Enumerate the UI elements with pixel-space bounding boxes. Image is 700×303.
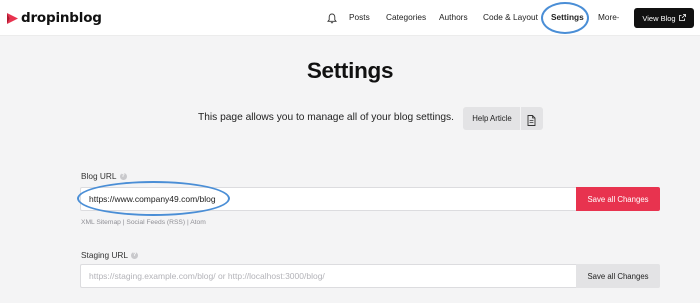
xml-sitemap-link[interactable]: XML Sitemap [81, 219, 121, 226]
intro-text: This page allows you to manage all of yo… [198, 112, 454, 123]
settings-highlight-ring [541, 2, 589, 34]
bell-icon[interactable] [327, 11, 337, 24]
view-blog-button[interactable]: View Blog [634, 8, 694, 28]
nav-authors[interactable]: Authors [439, 12, 468, 22]
chevron-down-icon: - [616, 15, 620, 22]
external-link-icon [678, 13, 686, 23]
help-circle-icon[interactable]: ? [119, 172, 127, 180]
nav-categories[interactable]: Categories [386, 12, 426, 22]
top-nav: dropinblog Posts Categories Authors Code… [0, 0, 700, 36]
intro-row: This page allows you to manage all of yo… [0, 107, 700, 131]
help-article-button[interactable]: Help Article [463, 107, 543, 130]
feed-links: XML Sitemap | Social Feeds (RSS) | Atom [81, 219, 206, 226]
help-circle-icon[interactable]: ? [131, 251, 139, 259]
document-icon[interactable] [527, 113, 536, 131]
view-blog-label: View Blog [642, 13, 676, 23]
staging-url-label-row: Staging URL ? [81, 250, 139, 260]
brand-name: dropinblog [21, 10, 102, 26]
logo[interactable]: dropinblog [6, 9, 102, 27]
staging-url-input[interactable]: https://staging.example.com/blog/ or htt… [80, 264, 576, 288]
blog-url-label: Blog URL [81, 171, 117, 181]
blog-url-label-row: Blog URL ? [81, 171, 127, 181]
nav-more-label: More [598, 12, 617, 22]
social-feeds-link[interactable]: Social Feeds (RSS) [126, 219, 185, 226]
dropinblog-logo-icon [6, 12, 19, 25]
nav-more[interactable]: More- [598, 12, 619, 22]
save-all-changes-button[interactable]: Save all Changes [576, 187, 660, 211]
help-button-divider [520, 107, 521, 130]
help-article-label: Help Article [472, 114, 512, 123]
page-title: Settings [306, 58, 394, 83]
save-all-changes-button-staging[interactable]: Save all Changes [576, 264, 660, 288]
staging-url-label: Staging URL [81, 250, 129, 260]
atom-link[interactable]: Atom [190, 219, 206, 226]
nav-code-layout[interactable]: Code & Layout [483, 12, 538, 22]
blog-url-highlight-ring [77, 181, 230, 216]
staging-url-placeholder: https://staging.example.com/blog/ or htt… [89, 271, 325, 281]
nav-posts[interactable]: Posts [349, 12, 370, 22]
